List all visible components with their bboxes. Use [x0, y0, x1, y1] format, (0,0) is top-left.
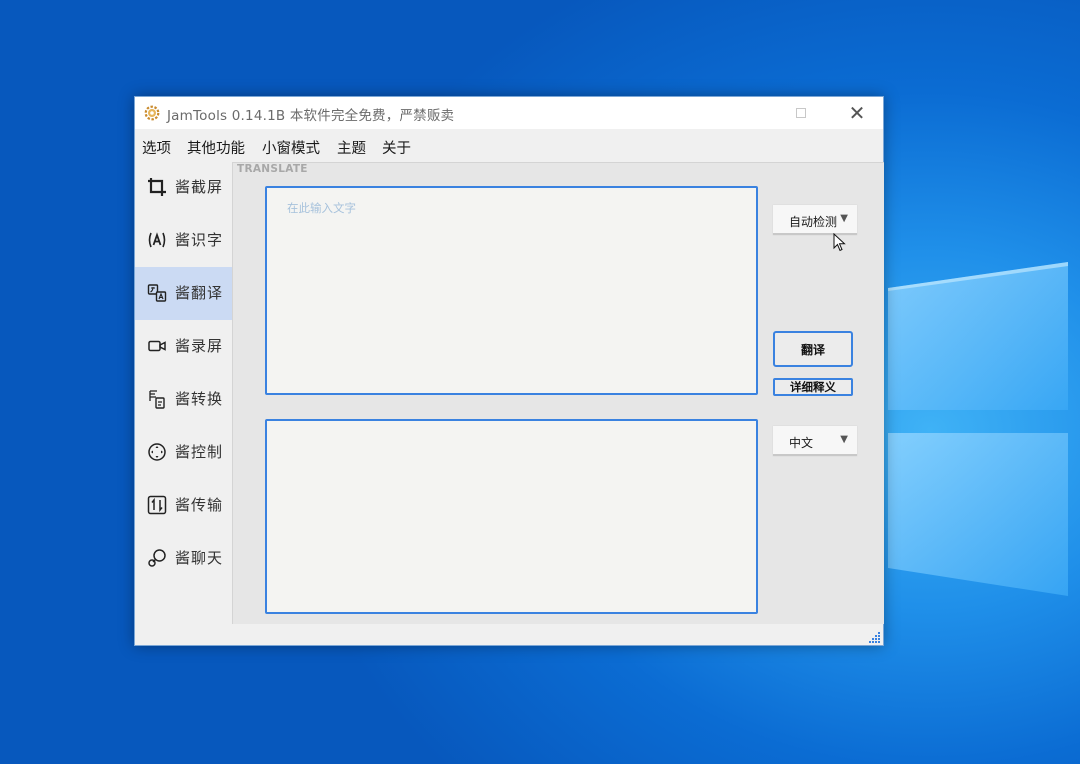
- jamtools-window: JamTools 0.14.1B 本软件完全免费，严禁贩卖 ✕ 选项 其他功能 …: [134, 96, 884, 646]
- sidebar-item-label: 酱截屏: [175, 178, 224, 196]
- status-bar: [135, 624, 883, 645]
- source-language-value: 自动检测: [789, 215, 838, 229]
- translate-button[interactable]: 翻译: [773, 331, 853, 367]
- source-language-select[interactable]: 自动检测 ▼: [773, 205, 857, 235]
- transfer-icon: [147, 495, 167, 515]
- sidebar-item-label: 酱控制: [175, 443, 224, 461]
- source-text-input[interactable]: 在此输入文字: [265, 186, 758, 395]
- sidebar-item-label: 酱转换: [175, 390, 224, 408]
- sidebar-item-label: 酱传输: [175, 496, 224, 514]
- convert-file-icon: [149, 390, 165, 409]
- sidebar: 酱截屏 酱识字 酱翻译 酱录屏 酱转换 酱控制 酱传输 酱聊天: [135, 161, 232, 621]
- close-icon: ✕: [848, 101, 866, 125]
- translate-panel: TRANSLATE 在此输入文字 自动检测 ▼ 翻译 详细释义 中文 ▼: [232, 162, 884, 624]
- detail-definition-button[interactable]: 详细释义: [773, 378, 853, 396]
- menu-options[interactable]: 选项: [142, 137, 171, 158]
- control-icon: [148, 443, 166, 461]
- menu-other-functions[interactable]: 其他功能: [187, 137, 245, 158]
- menu-bar: 选项 其他功能 小窗模式 主题 关于: [135, 129, 883, 161]
- sidebar-item-ocr[interactable]: 酱识字: [135, 214, 232, 267]
- maximize-button[interactable]: [781, 97, 821, 129]
- menu-theme[interactable]: 主题: [337, 137, 366, 158]
- panel-label: TRANSLATE: [237, 163, 308, 175]
- target-language-value: 中文: [789, 436, 814, 450]
- sidebar-item-control[interactable]: 酱控制: [135, 426, 232, 479]
- sidebar-item-screenshot[interactable]: 酱截屏: [135, 161, 232, 214]
- sidebar-item-screen-record[interactable]: 酱录屏: [135, 320, 232, 373]
- crop-icon: [148, 178, 166, 196]
- source-placeholder: 在此输入文字: [287, 201, 356, 215]
- result-text-output[interactable]: [265, 419, 758, 614]
- resize-grip-icon[interactable]: [869, 631, 881, 643]
- sidebar-item-label: 酱识字: [175, 231, 224, 249]
- dropdown-arrow-icon: ▼: [840, 213, 848, 224]
- target-language-select[interactable]: 中文 ▼: [773, 426, 857, 456]
- close-button[interactable]: ✕: [835, 97, 879, 129]
- translate-icon: [147, 284, 167, 302]
- menu-small-window-mode[interactable]: 小窗模式: [262, 137, 320, 158]
- sidebar-item-transfer[interactable]: 酱传输: [135, 479, 232, 532]
- chat-icon: [148, 549, 166, 567]
- sidebar-item-label: 酱聊天: [175, 549, 224, 567]
- window-title: JamTools 0.14.1B 本软件完全免费，严禁贩卖: [167, 108, 455, 124]
- sidebar-item-chat[interactable]: 酱聊天: [135, 532, 232, 585]
- maximize-icon: [796, 108, 806, 118]
- dropdown-arrow-icon: ▼: [840, 434, 848, 445]
- jamtools-gear-icon: [144, 105, 160, 121]
- ocr-icon: [148, 232, 166, 248]
- menu-about[interactable]: 关于: [382, 137, 411, 158]
- video-camera-icon: [148, 340, 166, 352]
- title-bar[interactable]: JamTools 0.14.1B 本软件完全免费，严禁贩卖 ✕: [135, 97, 883, 129]
- sidebar-item-label: 酱录屏: [175, 337, 224, 355]
- sidebar-item-label: 酱翻译: [175, 284, 224, 302]
- sidebar-item-convert[interactable]: 酱转换: [135, 373, 232, 426]
- sidebar-item-translate[interactable]: 酱翻译: [135, 267, 232, 320]
- mouse-cursor-icon: [833, 233, 846, 252]
